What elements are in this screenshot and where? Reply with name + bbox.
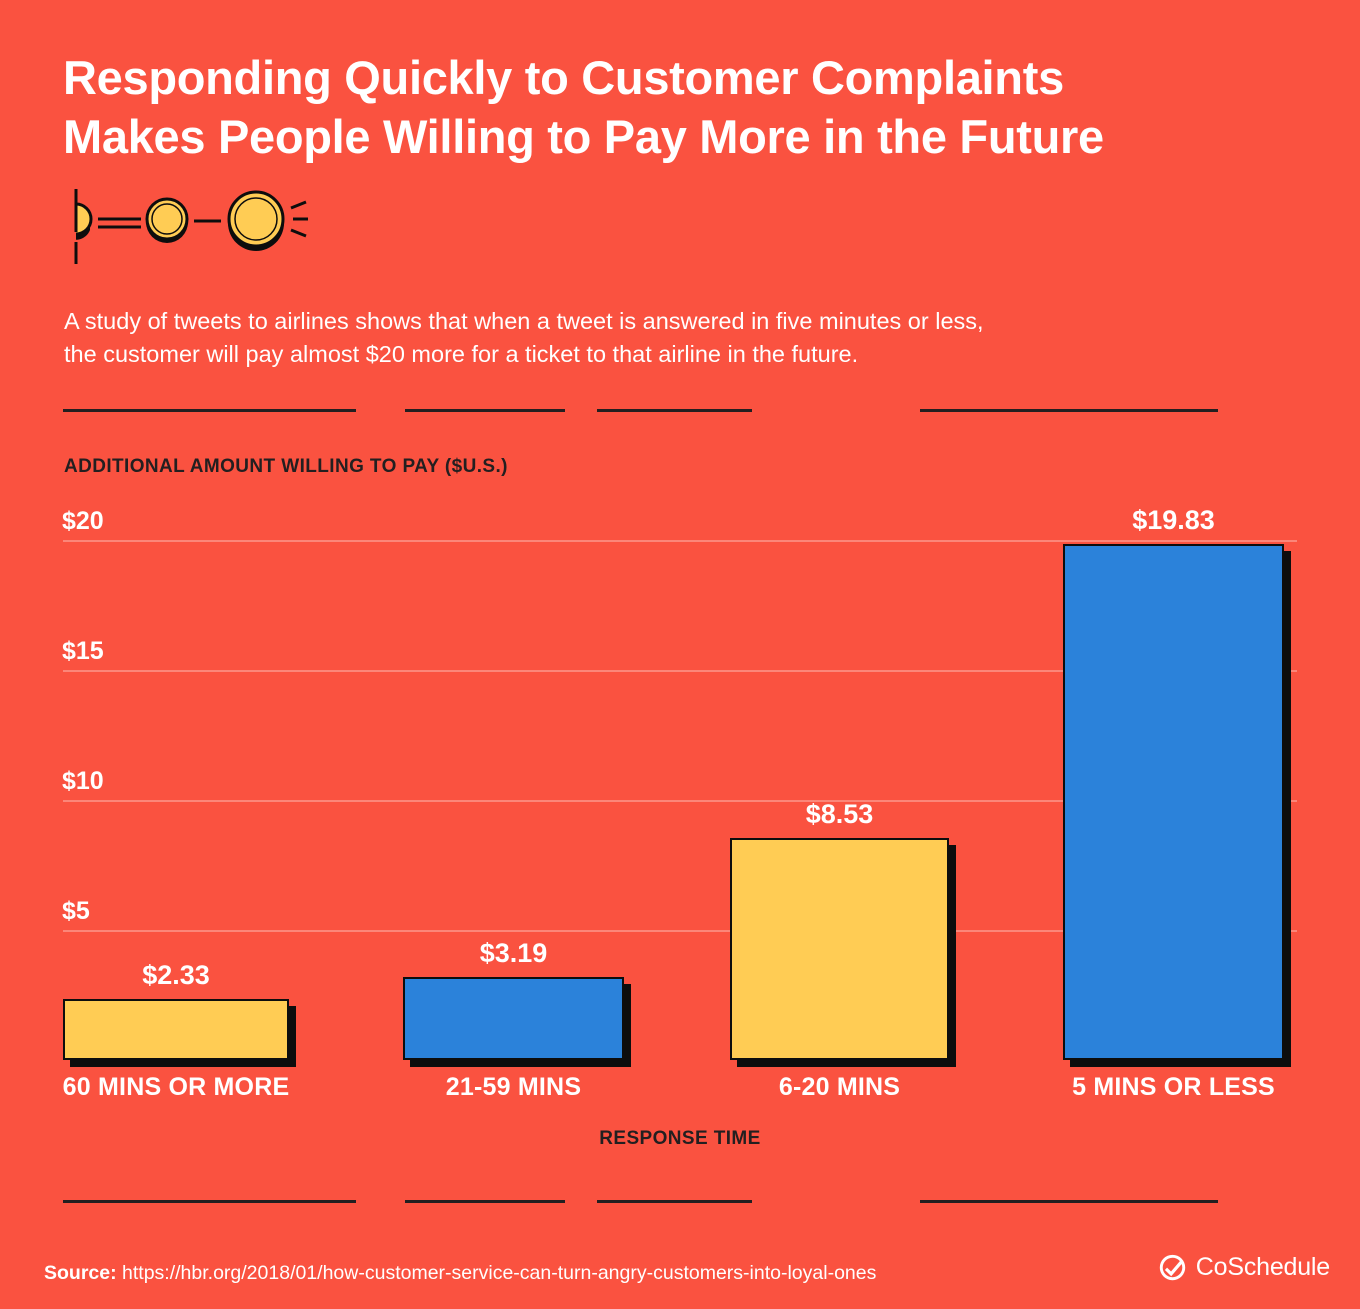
bar: $3.19	[403, 938, 624, 1060]
bar-value-label: $19.83	[1132, 505, 1215, 536]
x-axis-title: RESPONSE TIME	[599, 1128, 761, 1149]
bar-chart: ADDITIONAL AMOUNT WILLING TO PAY ($U.S.)…	[0, 0, 1360, 1309]
divider-segment	[405, 1200, 565, 1203]
y-axis-tick-label: $5	[62, 897, 90, 925]
source-citation: Source: https://hbr.org/2018/01/how-cust…	[44, 1262, 876, 1285]
plot-area: $20 $15 $10 $5 $2.33 $3.19 $8.53 $19.83	[62, 505, 1297, 1060]
y-axis-title: ADDITIONAL AMOUNT WILLING TO PAY ($U.S.)	[64, 456, 508, 477]
coschedule-logo[interactable]: CoSchedule	[1158, 1253, 1330, 1282]
bar-value-label: $8.53	[805, 799, 874, 830]
brand-name: CoSchedule	[1195, 1253, 1330, 1281]
x-axis-category-label: 6-20 MINS	[778, 1073, 901, 1101]
x-axis-category-label: 60 MINS OR MORE	[62, 1073, 290, 1101]
bar: $8.53	[730, 799, 949, 1060]
y-axis-tick-label: $15	[62, 637, 104, 665]
bar: $2.33	[63, 960, 289, 1060]
bar: $19.83	[1063, 505, 1284, 1060]
divider-segment	[63, 1200, 356, 1203]
x-axis-category-label: 21-59 MINS	[445, 1073, 582, 1101]
divider-segment	[597, 1200, 752, 1203]
y-axis-tick-label: $10	[62, 767, 104, 795]
gridline	[63, 540, 1297, 542]
x-axis-category-label: 5 MINS OR LESS	[1072, 1073, 1275, 1101]
check-circle-icon	[1159, 1254, 1185, 1281]
divider-segment	[920, 1200, 1218, 1203]
bar-value-label: $3.19	[479, 938, 548, 969]
bar-value-label: $2.33	[142, 960, 210, 991]
y-axis-tick-label: $20	[62, 507, 104, 535]
divider-bottom	[0, 1200, 1360, 1204]
source-url[interactable]: https://hbr.org/2018/01/how-customer-ser…	[122, 1262, 876, 1284]
source-label: Source:	[44, 1262, 117, 1284]
